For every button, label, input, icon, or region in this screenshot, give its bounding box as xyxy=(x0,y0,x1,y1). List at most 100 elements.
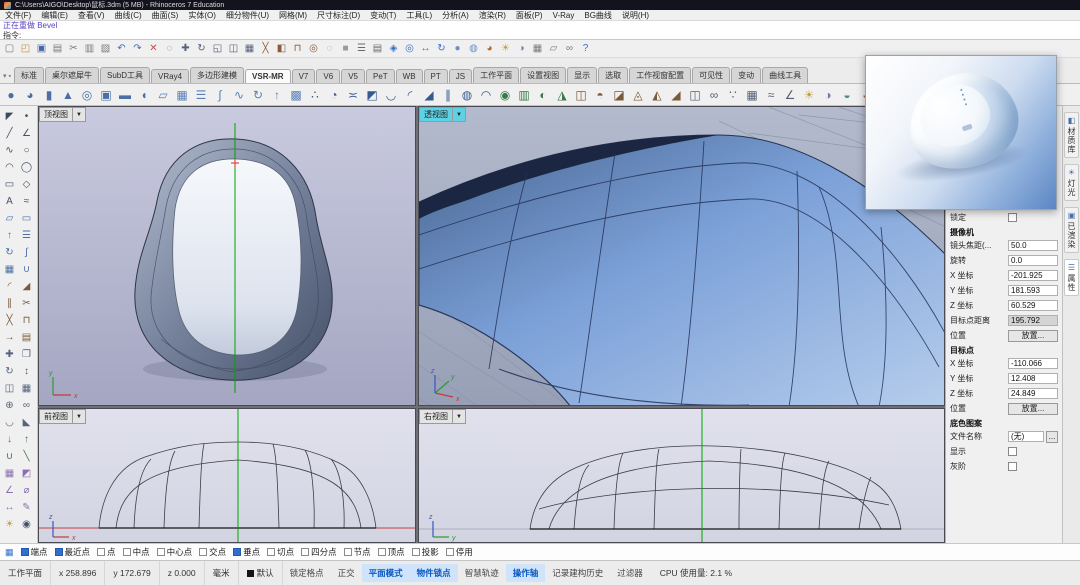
half-sphere-icon[interactable]: ◖ xyxy=(135,86,153,104)
redo-icon[interactable]: ↷ xyxy=(130,41,145,56)
patch-icon[interactable]: ▦ xyxy=(173,86,191,104)
property-value-field[interactable]: 0.0 xyxy=(1008,255,1058,266)
extrude-surface-icon[interactable]: ↑ xyxy=(2,227,18,243)
array-icon[interactable]: ▦ xyxy=(19,380,35,396)
tab-properties[interactable]: ☰ 属性 xyxy=(1064,259,1079,296)
toggle-ortho[interactable]: 正交 xyxy=(331,564,362,582)
osnap-mid[interactable]: 中点 xyxy=(122,546,150,558)
extend-icon[interactable]: → xyxy=(2,329,18,345)
select-pointer-icon[interactable]: ◤ xyxy=(2,108,18,124)
rebuild-icon[interactable]: ◔ xyxy=(325,86,343,104)
join-icon[interactable]: ⊓ xyxy=(19,312,35,328)
undo-icon[interactable]: ↶ xyxy=(114,41,129,56)
cplane-icon[interactable]: ▱ xyxy=(546,41,561,56)
tab-display[interactable]: 显示 xyxy=(567,67,598,83)
osnap-end[interactable]: 端点 xyxy=(20,546,48,558)
print-icon[interactable]: ▤ xyxy=(50,41,65,56)
menu-item[interactable]: 尺寸标注(D) xyxy=(312,10,365,21)
curvature-icon[interactable]: ◉ xyxy=(496,86,514,104)
trim-icon[interactable]: ╳ xyxy=(258,41,273,56)
tab-set-view[interactable]: 设置视图 xyxy=(520,67,567,83)
trim-surface-icon[interactable]: ◢ xyxy=(667,86,685,104)
camera-tool-icon[interactable]: ◉ xyxy=(19,516,35,532)
menu-item[interactable]: 变动(T) xyxy=(365,10,401,21)
viewport-front[interactable]: x z 前视图 ▼ xyxy=(38,408,416,543)
orient-icon[interactable]: ⊕ xyxy=(2,397,18,413)
rectangle-icon[interactable]: ▭ xyxy=(2,176,18,192)
split-icon[interactable]: ╳ xyxy=(2,312,18,328)
analyze-icon[interactable]: ∠ xyxy=(2,482,18,498)
menu-item[interactable]: 细分物件(U) xyxy=(221,10,274,21)
loft-icon[interactable]: ☰ xyxy=(19,227,35,243)
menu-item[interactable]: 文件(F) xyxy=(0,10,36,21)
cone-icon[interactable]: ▲ xyxy=(59,86,77,104)
lock-checkbox[interactable] xyxy=(1008,213,1017,222)
box-icon[interactable]: ▣ xyxy=(97,86,115,104)
group-icon[interactable]: ◎ xyxy=(306,41,321,56)
pin-icon[interactable]: ▾ xyxy=(3,72,7,80)
rotate-icon[interactable]: ↻ xyxy=(194,41,209,56)
join-icon[interactable]: ⊓ xyxy=(290,41,305,56)
subd-icon[interactable]: ◩ xyxy=(19,465,35,481)
ellipse-icon[interactable]: ◯ xyxy=(19,159,35,175)
tab-v6[interactable]: V6 xyxy=(316,69,341,83)
tab-visibility[interactable]: 可见性 xyxy=(692,67,731,83)
wallpaper-show-checkbox[interactable] xyxy=(1008,447,1017,456)
torus-icon[interactable]: ◎ xyxy=(78,86,96,104)
revolve-icon[interactable]: ↻ xyxy=(249,86,267,104)
viewport-title-front[interactable]: 前视图 ▼ xyxy=(39,409,86,424)
tab-v5[interactable]: V5 xyxy=(341,69,365,83)
text-icon[interactable]: A xyxy=(2,193,18,209)
property-value-field[interactable]: 50.0 xyxy=(1008,240,1058,251)
command-prompt[interactable]: 指令: xyxy=(3,31,1080,40)
material-icon[interactable]: ◑ xyxy=(514,41,529,56)
tab-v7[interactable]: V7 xyxy=(291,69,316,83)
tab-standard[interactable]: 标准 xyxy=(14,67,44,83)
viewport-right[interactable]: y z 右视图 ▼ xyxy=(418,408,945,543)
toggle-filter[interactable]: 过滤器 xyxy=(610,564,650,582)
copy-icon[interactable]: ❐ xyxy=(19,346,35,362)
taper-icon[interactable]: ◣ xyxy=(19,414,35,430)
pipe-icon[interactable]: ▬ xyxy=(116,86,134,104)
zebra-icon[interactable]: ▥ xyxy=(515,86,533,104)
blend-surface-icon[interactable]: ◡ xyxy=(382,86,400,104)
menu-item[interactable]: 渲染(R) xyxy=(474,10,511,21)
osnap-checkbox[interactable] xyxy=(233,548,242,556)
cage-edit-icon[interactable]: ▩ xyxy=(287,86,305,104)
property-value-field[interactable]: 24.849 xyxy=(1008,388,1058,399)
mesh-tools-icon[interactable]: ▦ xyxy=(743,86,761,104)
delete-icon[interactable]: ✕ xyxy=(146,41,161,56)
tab-subd-tools[interactable]: SubD工具 xyxy=(100,67,151,83)
menu-item[interactable]: 实体(O) xyxy=(183,10,221,21)
polygon-icon[interactable]: ◇ xyxy=(19,176,35,192)
sweep2-icon[interactable]: ∿ xyxy=(230,86,248,104)
zoom-extents-icon[interactable]: ◈ xyxy=(386,41,401,56)
loft-icon[interactable]: ☰ xyxy=(192,86,210,104)
point-cloud-icon[interactable]: ∵ xyxy=(724,86,742,104)
mirror-icon[interactable]: ◫ xyxy=(226,41,241,56)
edge-tools-icon[interactable]: ◫ xyxy=(572,86,590,104)
menu-item[interactable]: 查看(V) xyxy=(73,10,110,21)
layers-icon[interactable]: ☰ xyxy=(354,41,369,56)
split-icon[interactable]: ◧ xyxy=(274,41,289,56)
osnap-checkbox[interactable] xyxy=(97,548,106,556)
viewport-menu-arrow[interactable]: ▼ xyxy=(72,108,85,121)
draft-angle-icon[interactable]: ◮ xyxy=(553,86,571,104)
viewport-title-perspective[interactable]: 透视图 ▼ xyxy=(419,107,466,122)
viewport-menu-arrow[interactable]: ▼ xyxy=(452,410,465,423)
annotate-icon[interactable]: ✎ xyxy=(19,499,35,515)
osnap-checkbox[interactable] xyxy=(445,548,454,556)
analyze-icon[interactable]: ∠ xyxy=(781,86,799,104)
osnap-center[interactable]: 中心点 xyxy=(156,546,192,558)
render-preview-window[interactable] xyxy=(865,55,1057,210)
sphere-icon[interactable]: ● xyxy=(2,86,20,104)
dock-icon[interactable]: ▪ xyxy=(9,73,11,80)
offset-icon[interactable]: ∥ xyxy=(2,295,18,311)
scale-icon[interactable]: ↕ xyxy=(19,363,35,379)
property-value-field[interactable]: 12.408 xyxy=(1008,373,1058,384)
osnap-checkbox[interactable] xyxy=(377,548,386,556)
surface-3pt-icon[interactable]: ▱ xyxy=(2,210,18,226)
toggle-grid-snap[interactable]: 锁定格点 xyxy=(283,564,331,582)
osnap-point[interactable]: 点 xyxy=(97,546,116,558)
property-value-field[interactable]: -201.925 xyxy=(1008,270,1058,281)
